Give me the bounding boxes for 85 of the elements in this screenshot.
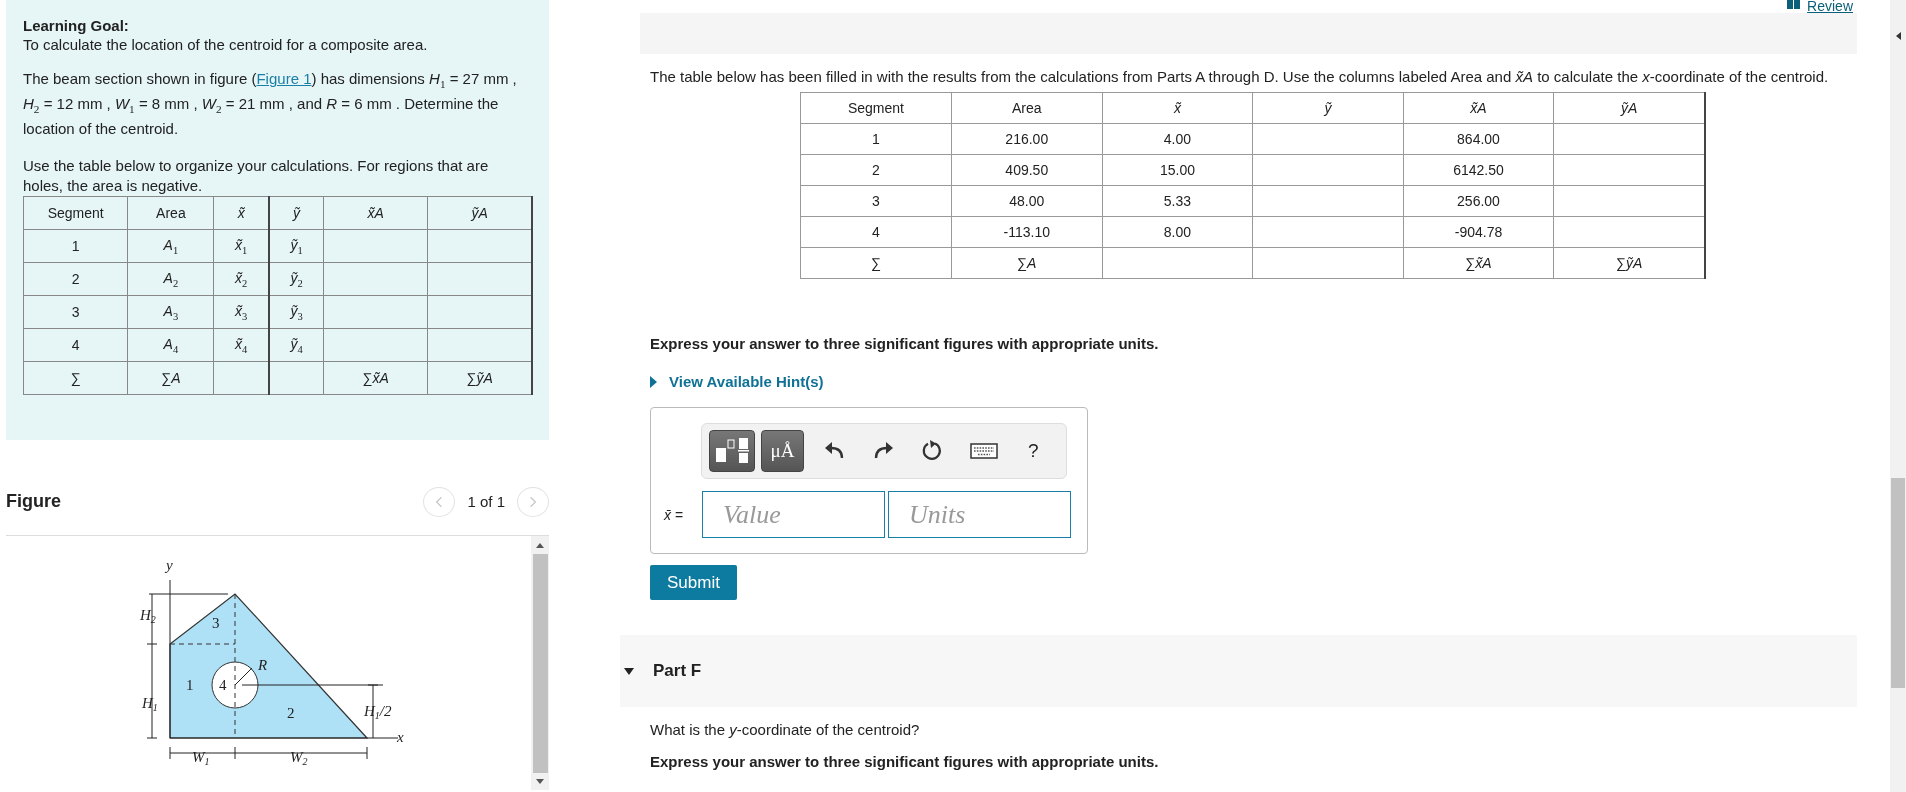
table-cell: 216.00 xyxy=(951,123,1103,155)
table-cell: 4.00 xyxy=(1102,123,1253,155)
chevron-right-icon xyxy=(529,495,537,508)
column-header: ỹA xyxy=(1553,92,1705,124)
table-cell: x̃$_{3}$ xyxy=(213,295,269,329)
table-cell: 5.33 xyxy=(1102,185,1253,217)
column-header: Area xyxy=(127,196,214,230)
help-button[interactable]: ? xyxy=(1028,440,1039,462)
units-button[interactable]: μÅ xyxy=(761,430,804,472)
table-cell: ∑ỹA xyxy=(427,361,532,395)
table-cell: ỹ$_{2}$ xyxy=(268,262,324,296)
table-cell: 409.50 xyxy=(951,154,1103,186)
question-text: What is the y-coordinate of the centroid? xyxy=(650,721,921,739)
page-counter: 1 of 1 xyxy=(467,493,505,510)
column-header: ỹA xyxy=(427,196,532,230)
table-cell: ỹ$_{1}$ xyxy=(268,229,324,263)
table-cell: A$_{4}$ xyxy=(127,328,214,362)
submit-button[interactable]: Submit xyxy=(650,565,737,600)
table-cell: ỹ$_{3}$ xyxy=(268,295,324,329)
goal-text: To calculate the location of the centroid for a composite area. xyxy=(23,35,429,55)
scrollbar[interactable] xyxy=(1890,0,1906,792)
review-link[interactable]: Review xyxy=(1787,0,1853,13)
column-header: Segment xyxy=(23,196,128,230)
column-header: x̃ xyxy=(1102,92,1253,124)
table-cell: 8.00 xyxy=(1102,216,1253,248)
table-cell: 1 xyxy=(800,123,952,155)
collapse-icon[interactable] xyxy=(624,667,634,675)
table-cell: ỹ$_{4}$ xyxy=(268,328,324,362)
value-field[interactable]: Value xyxy=(702,491,885,538)
redo-icon[interactable] xyxy=(872,441,894,461)
table-cell: ∑ xyxy=(23,361,128,395)
table-cell: x̃$_{4}$ xyxy=(213,328,269,362)
table-cell: ∑x̃A xyxy=(1403,247,1554,279)
table-cell: 3 xyxy=(800,185,952,217)
keyboard-icon[interactable] xyxy=(970,443,998,459)
chevron-left-icon xyxy=(435,495,444,508)
table-cell: ∑A xyxy=(127,361,214,395)
part-title: Part F xyxy=(653,661,702,681)
table-cell: 256.00 xyxy=(1403,185,1554,217)
column-header: x̃A xyxy=(1403,92,1554,124)
table-cell: -904.78 xyxy=(1403,216,1554,248)
figure-title: Figure xyxy=(6,491,61,512)
table-cell: ∑ỹA xyxy=(1553,247,1705,279)
table-cell: A$_{1}$ xyxy=(127,229,214,263)
answer-instructions: Express your answer to three significant figures with appropriate units. xyxy=(650,335,1160,352)
table-cell: 4 xyxy=(800,216,952,248)
column-header: ỹ xyxy=(268,196,324,230)
reset-icon[interactable] xyxy=(920,439,944,463)
table-cell xyxy=(213,361,269,395)
table-cell: A$_{2}$ xyxy=(127,262,214,296)
undo-icon[interactable] xyxy=(824,441,846,461)
templates-button[interactable] xyxy=(709,430,755,472)
goal-heading: Learning Goal: xyxy=(23,16,130,35)
table-instructions: Use the table below to organize your calculations. For regions that are holes, the area is negative. xyxy=(23,156,490,196)
column-header: Segment xyxy=(800,92,952,124)
scrollbar[interactable] xyxy=(531,536,549,790)
table-cell: x̃$_{1}$ xyxy=(213,229,269,263)
answer-label: x̄ = xyxy=(664,506,685,523)
column-header: Area xyxy=(951,92,1103,124)
units-field[interactable]: Units xyxy=(888,491,1071,538)
table-cell: ∑A xyxy=(951,247,1103,279)
question-text: The table below has been filled in with the results from the calculations from Parts A through D. Use the columns labeled Area and x̃A to calculate the x-coordinate of the centroid. xyxy=(650,68,1830,86)
table-cell: A$_{3}$ xyxy=(127,295,214,329)
table-cell: -113.10 xyxy=(951,216,1103,248)
table-cell: 2 xyxy=(800,154,952,186)
table-cell: ∑x̃A xyxy=(323,361,428,395)
column-header: ỹ xyxy=(1252,92,1404,124)
table-cell: 4 xyxy=(23,328,128,362)
table-cell: 15.00 xyxy=(1102,154,1253,186)
table-cell: 864.00 xyxy=(1403,123,1554,155)
figure-link[interactable]: Figure 1 xyxy=(256,70,312,87)
table-cell: 3 xyxy=(23,295,128,329)
column-header: x̃ xyxy=(213,196,269,230)
column-header: x̃A xyxy=(323,196,428,230)
table-cell: 48.00 xyxy=(951,185,1103,217)
table-cell: 1 xyxy=(23,229,128,263)
hint-toggle[interactable]: View Available Hint(s) xyxy=(650,373,850,390)
answer-instructions: Express your answer to three significant figures with appropriate units. xyxy=(650,753,1160,770)
table-cell: 6142.50 xyxy=(1403,154,1554,186)
table-cell: ∑ xyxy=(800,247,952,279)
table-cell: 2 xyxy=(23,262,128,296)
book-icon xyxy=(1787,0,1802,9)
table-cell: x̃$_{2}$ xyxy=(213,262,269,296)
table-cell xyxy=(268,361,324,395)
problem-statement: The beam section shown in figure (Figure 1) has dimensions H$_{1}$ = 27 mm , H$_{2}$ = 12 mm , W$_{1}$ = 8 mm , W$_{2}$ = 21 mm , and R = 6 mm . Determine the location of the centroid. xyxy=(23,69,518,139)
